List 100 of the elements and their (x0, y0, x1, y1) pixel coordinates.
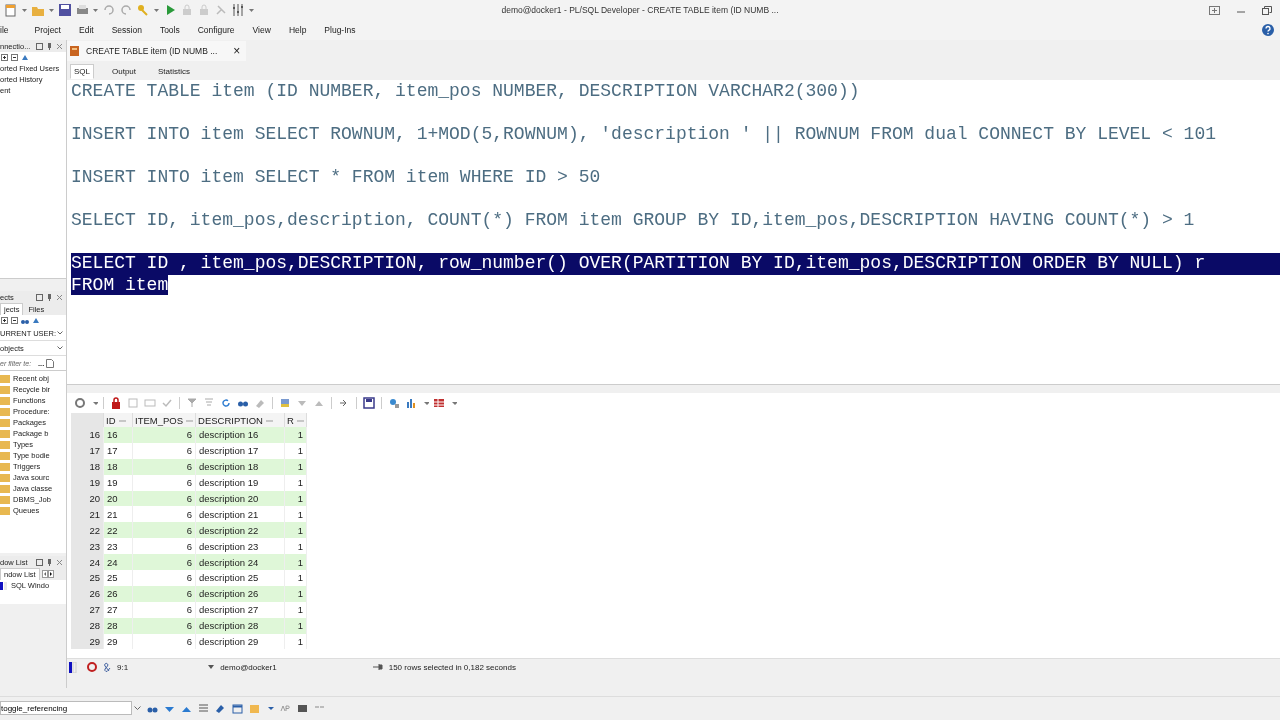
table-cell: description 19 (195, 474, 285, 491)
binoculars-icon[interactable] (21, 317, 29, 324)
bar-chart-icon[interactable] (404, 396, 418, 410)
menu-item[interactable]: Tools (150, 25, 189, 35)
close-icon[interactable] (56, 42, 63, 50)
caret-icon[interactable] (21, 6, 28, 14)
filter-down-icon[interactable] (185, 396, 199, 410)
menu-item[interactable]: ile (0, 25, 26, 35)
column-header[interactable]: DESCRIPTION (195, 413, 285, 427)
query-icon[interactable] (387, 396, 401, 410)
expand-icon[interactable] (1, 54, 8, 61)
table-cell: 6 (132, 458, 196, 475)
connection-label: demo@docker1 (220, 662, 277, 672)
editor-tab[interactable]: Statistics (154, 63, 195, 79)
window-icon[interactable] (232, 702, 243, 714)
column-header[interactable]: ITEM_POS (132, 413, 196, 427)
code-line: INSERT INTO item SELECT * FROM item WHERE ID > 50 (71, 167, 601, 187)
sort-mark-icon (296, 419, 304, 423)
save-icon[interactable] (362, 396, 376, 410)
table-cell: 6 (132, 490, 196, 507)
float-icon[interactable] (36, 42, 43, 50)
header-cell (71, 413, 104, 427)
eraser-icon[interactable] (215, 702, 226, 714)
menu-item[interactable]: Plug-Ins (315, 25, 365, 35)
restore-icon[interactable] (1262, 5, 1272, 15)
document-tab[interactable]: CREATE TABLE item (ID NUMB ... × (67, 41, 247, 61)
refresh-icon[interactable] (219, 396, 233, 410)
menu-item[interactable]: Edit (70, 25, 103, 35)
table-cell: description 20 (195, 490, 285, 507)
table-cell: 1 (284, 474, 307, 491)
menu-item[interactable]: Help (279, 25, 316, 35)
collapse-icon[interactable] (11, 54, 18, 61)
list-icon[interactable] (198, 702, 209, 714)
ampersand-icon (103, 662, 111, 672)
connect-icon[interactable] (21, 54, 29, 61)
row-number: 23 (71, 538, 104, 555)
table-cell: 18 (103, 458, 133, 475)
collapse-icon[interactable] (11, 317, 18, 324)
table-cell: description 22 (195, 522, 285, 539)
save-icon[interactable] (58, 3, 72, 17)
editor-tab[interactable]: Output (108, 63, 141, 79)
table-cell: 6 (132, 601, 196, 618)
new-file-icon[interactable] (4, 3, 18, 17)
code-editor[interactable] (67, 80, 1280, 384)
dropdown-chevron-icon[interactable] (134, 705, 141, 711)
table-cell: 6 (132, 570, 196, 586)
table-cell: description 16 (195, 427, 285, 443)
close-icon[interactable] (56, 293, 63, 301)
row-number: 25 (71, 570, 104, 586)
table-cell: 6 (132, 427, 196, 443)
sort-mark-icon (266, 419, 273, 423)
editor-tab[interactable]: SQL (70, 63, 94, 79)
help-icon[interactable] (1262, 24, 1274, 36)
float-icon[interactable] (36, 293, 43, 301)
lock-icon[interactable] (109, 396, 123, 410)
code-line: CREATE TABLE item (ID NUMBER, item_pos NUMBER, DESCRIPTION VARCHAR2(300)) (71, 81, 860, 101)
table-cell: 24 (103, 554, 133, 570)
row-number: 22 (71, 522, 104, 539)
sql-window-icon (70, 46, 80, 56)
sort-mark-icon (186, 419, 194, 423)
caret-icon[interactable] (153, 6, 160, 14)
scroll-arrows-icon[interactable] (41, 570, 54, 578)
whole-word-icon[interactable] (297, 702, 308, 714)
menu-item[interactable]: View (243, 25, 280, 35)
table-cell: 25 (103, 570, 133, 586)
record-icon (87, 662, 97, 672)
caret-icon[interactable] (92, 6, 99, 14)
table-cell: 1 (284, 554, 307, 570)
expand-icon[interactable] (1, 317, 8, 324)
table-cell: 6 (132, 554, 196, 570)
column-header[interactable]: R (284, 413, 307, 427)
maximize-pane-icon[interactable] (1209, 5, 1220, 15)
new-file-icon[interactable] (46, 358, 55, 368)
search-field[interactable]: toggle_referencing (0, 701, 132, 715)
float-icon[interactable] (36, 558, 43, 566)
code-line: INSERT INTO item SELECT ROWNUM, 1+MOD(5,ROWNUM), 'description ' || ROWNUM FROM dual CONNECT BY LEVEL < 101 (71, 124, 1216, 144)
connect-icon[interactable] (32, 317, 40, 324)
close-button[interactable]: × (233, 44, 241, 58)
menu-item[interactable]: Configure (188, 25, 244, 35)
cursor-position: 9:1 (117, 662, 129, 672)
settings-icon[interactable] (73, 396, 87, 410)
table-cell: description 24 (195, 554, 285, 570)
caret-icon[interactable] (248, 6, 255, 14)
caret-icon[interactable] (48, 6, 55, 14)
table-cell: 27 (103, 601, 133, 618)
caret-icon[interactable] (208, 665, 215, 669)
table-cell: 6 (132, 474, 196, 491)
menu-item[interactable]: Session (102, 25, 151, 35)
sort-mark-icon (118, 419, 126, 423)
row-number: 24 (71, 554, 104, 570)
table-cell: 17 (103, 442, 133, 459)
printer-icon[interactable] (75, 3, 89, 17)
menu-item[interactable]: Project (25, 25, 70, 35)
table-cell: 1 (284, 442, 307, 459)
column-header[interactable]: ID (103, 413, 133, 427)
table-cell: 6 (132, 442, 196, 459)
close-icon[interactable] (56, 558, 63, 566)
grid-icon[interactable] (278, 396, 292, 410)
table-icon[interactable] (432, 396, 446, 410)
sliders-icon[interactable] (231, 3, 245, 17)
